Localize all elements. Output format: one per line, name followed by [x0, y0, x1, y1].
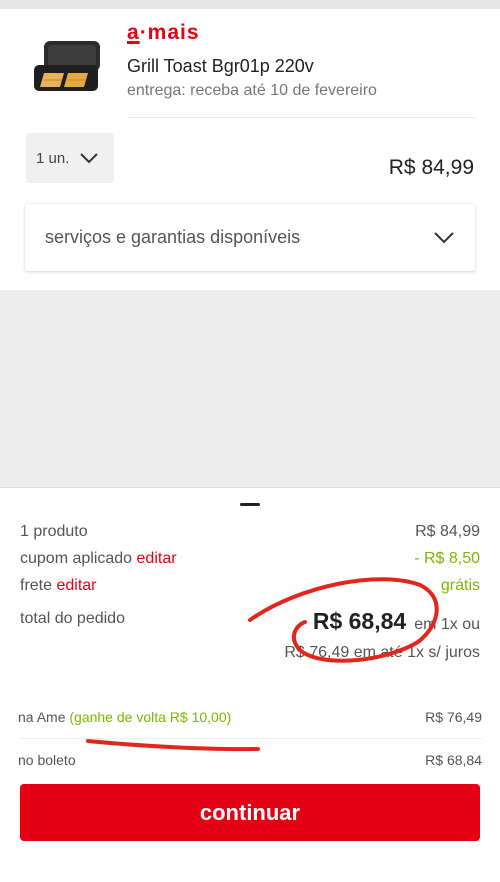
order-summary-sheet: 1 produto R$ 84,99 cupom aplicado editar…: [0, 487, 500, 882]
seller-logo-text: ·mais: [139, 21, 200, 44]
sheet-handle[interactable]: [240, 503, 260, 506]
item-price: R$ 84,99: [388, 156, 474, 179]
boleto-label: no boleto: [18, 752, 76, 768]
cart-item-card: a·mais Grill Toast Bgr01p 220v entrega: …: [0, 9, 500, 290]
installment-total: R$ 76,49 em até 1x s/ juros: [284, 644, 480, 661]
total-value: R$ 68,84: [312, 608, 407, 634]
services-dropdown[interactable]: serviços e garantias disponíveis: [25, 204, 475, 271]
total-terms: em 1x ou: [414, 616, 480, 633]
shipping-value: grátis: [440, 577, 480, 594]
products-value: R$ 84,99: [415, 523, 480, 540]
ame-label: na Ame: [18, 709, 66, 725]
payment-boleto-row[interactable]: no boleto R$ 68,84: [18, 752, 482, 768]
total-label: total do pedido: [20, 610, 125, 627]
ame-value: R$ 76,49: [425, 709, 482, 725]
shipping-label: frete: [20, 577, 53, 594]
delivery-estimate: entrega: receba até 10 de fevereiro: [127, 82, 377, 99]
shipping-edit-link[interactable]: editar: [56, 577, 96, 594]
ame-cashback: (ganhe de volta R$ 10,00): [69, 709, 232, 725]
shipping-row: frete editar grátis: [20, 577, 480, 595]
boleto-value: R$ 68,84: [425, 752, 482, 768]
coupon-row: cupom aplicado editar - R$ 8,50: [20, 550, 480, 568]
seller-logo-a: a: [127, 21, 140, 44]
continue-button[interactable]: continuar: [20, 784, 480, 841]
coupon-label: cupom aplicado: [20, 550, 133, 567]
chevron-down-icon: [434, 232, 454, 244]
product-name[interactable]: Grill Toast Bgr01p 220v: [127, 56, 314, 77]
payment-ame-row[interactable]: na Ame (ganhe de volta R$ 10,00) R$ 76,4…: [18, 709, 482, 725]
divider: [18, 738, 482, 739]
quantity-select[interactable]: 1 un.: [26, 133, 114, 183]
coupon-edit-link[interactable]: editar: [137, 550, 177, 567]
quantity-value: 1 un.: [36, 149, 70, 167]
services-label: serviços e garantias disponíveis: [45, 227, 301, 247]
seller-logo: a·mais: [127, 21, 200, 45]
products-label: 1 produto: [20, 523, 88, 540]
total-row: total do pedido: [20, 610, 125, 628]
coupon-value: - R$ 8,50: [414, 550, 480, 567]
chevron-down-icon: [80, 153, 99, 164]
product-image[interactable]: [30, 37, 108, 99]
divider: [127, 117, 475, 118]
products-row: 1 produto R$ 84,99: [20, 523, 480, 541]
total-price: R$ 68,84 em 1x ou: [313, 608, 480, 635]
top-bar: [0, 0, 500, 9]
